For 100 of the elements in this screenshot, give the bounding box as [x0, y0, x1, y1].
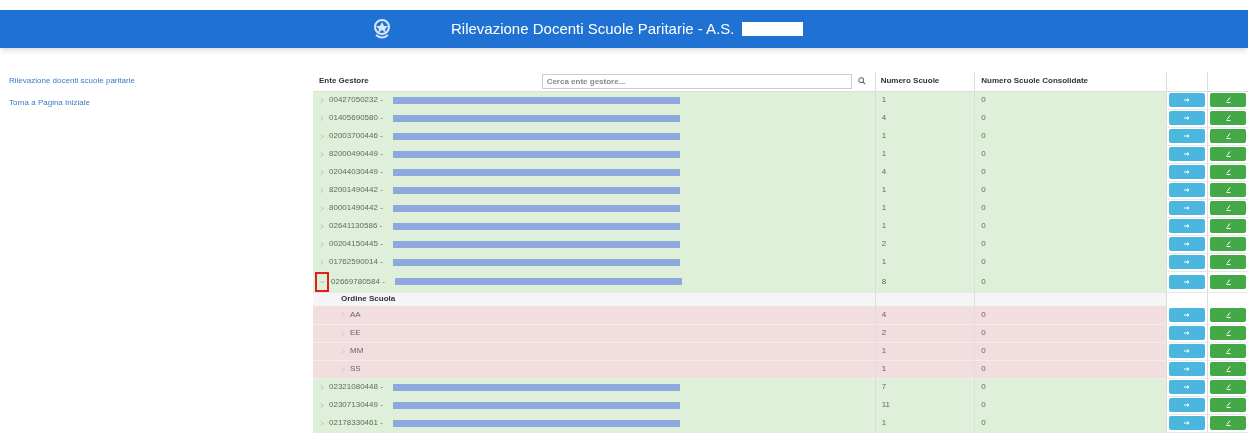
arrow-icon	[1184, 367, 1190, 371]
edit-button[interactable]	[1210, 344, 1246, 358]
table-cell: 0	[981, 167, 986, 176]
edit-button[interactable]	[1210, 237, 1246, 251]
view-button[interactable]	[1169, 380, 1205, 394]
arrow-icon	[1184, 98, 1190, 102]
pencil-icon	[1225, 169, 1231, 175]
edit-button[interactable]	[1210, 274, 1246, 289]
view-button[interactable]	[1169, 416, 1205, 430]
arrow-icon	[1184, 421, 1190, 425]
edit-button[interactable]	[1210, 380, 1246, 394]
ente-code: 00427050232 -	[329, 94, 384, 106]
table-cell: 7	[881, 382, 887, 391]
table-cell: 8	[881, 276, 887, 286]
edit-button[interactable]	[1210, 307, 1246, 322]
view-button[interactable]	[1169, 201, 1205, 215]
view-button[interactable]	[1169, 219, 1205, 233]
edit-button[interactable]	[1210, 255, 1246, 269]
table-cell: 1	[881, 418, 887, 427]
view-button[interactable]	[1169, 129, 1205, 143]
redaction-box	[742, 22, 804, 36]
ente-code: 02669780584 -	[331, 275, 386, 288]
ente-code: 01762590014 -	[329, 256, 384, 268]
table-cell: 0	[981, 257, 986, 266]
arrow-icon	[1184, 188, 1190, 192]
view-button[interactable]	[1169, 255, 1205, 269]
chevron-icon	[319, 279, 325, 284]
ente-code: 02003700446 -	[329, 130, 384, 142]
view-button[interactable]	[1169, 344, 1205, 358]
page-title: Rilevazione Docenti Scuole Paritarie - A.S.	[451, 18, 735, 39]
arrow-icon	[1184, 403, 1190, 407]
table-cell: 2	[881, 328, 887, 337]
table-cell: 0	[981, 382, 986, 391]
edit-button[interactable]	[1210, 416, 1246, 430]
school-order: MM	[350, 345, 364, 357]
edit-button[interactable]	[1210, 111, 1246, 125]
table-cell: 0	[981, 239, 986, 248]
table-cell: 11	[881, 400, 890, 409]
view-button[interactable]	[1169, 165, 1205, 179]
edit-button[interactable]	[1210, 93, 1246, 107]
table-cell: 0	[981, 418, 986, 427]
arrow-icon	[1184, 116, 1190, 120]
ente-code: 01405690580 -	[329, 112, 384, 124]
ente-code: 82001490442 -	[329, 184, 384, 196]
view-button[interactable]	[1169, 307, 1205, 322]
edit-button[interactable]	[1210, 326, 1246, 340]
table-cell: 1	[881, 95, 887, 104]
column-header: Numero Scuole Consolidate	[981, 76, 1088, 86]
edit-button[interactable]	[1210, 147, 1246, 161]
column-header: Ente Gestore	[319, 75, 369, 88]
column-header: Numero Scuole	[880, 76, 940, 86]
table-cell: 1	[881, 221, 887, 230]
table-cell: 0	[981, 346, 986, 355]
view-button[interactable]	[1169, 398, 1205, 412]
table-cell: 0	[981, 364, 986, 373]
table-cell: 1	[881, 149, 887, 158]
view-button[interactable]	[1169, 183, 1205, 197]
table-cell: 2	[881, 239, 887, 248]
sidebar-link[interactable]: Torna a Pagina Iniziale	[9, 97, 90, 109]
sidebar-link[interactable]: Rilevazione docenti scuole paritarie	[9, 75, 135, 87]
edit-button[interactable]	[1210, 165, 1246, 179]
table-cell: 1	[881, 131, 887, 140]
school-order: SS	[350, 363, 361, 375]
arrow-icon	[1184, 134, 1190, 138]
edit-button[interactable]	[1210, 398, 1246, 412]
arrow-icon	[1184, 224, 1190, 228]
expand-toggle[interactable]	[315, 271, 329, 292]
school-order: EE	[350, 327, 361, 339]
pencil-icon	[1225, 223, 1231, 229]
pencil-icon	[1225, 402, 1231, 408]
view-button[interactable]	[1169, 274, 1205, 289]
view-button[interactable]	[1169, 93, 1205, 107]
ente-code: 02641130586 -	[329, 220, 384, 232]
ente-code: 02321080448 -	[329, 381, 384, 393]
arrow-icon	[1184, 331, 1190, 335]
view-button[interactable]	[1169, 326, 1205, 340]
arrow-icon	[1184, 349, 1190, 353]
pencil-icon	[1225, 205, 1231, 211]
arrow-icon	[1184, 206, 1190, 210]
edit-button[interactable]	[1210, 219, 1246, 233]
arrow-icon	[1184, 152, 1190, 156]
search-field[interactable]: Cerca ente gestore...	[541, 73, 852, 89]
pencil-icon	[1225, 259, 1231, 265]
table-cell: 0	[981, 149, 986, 158]
table-cell: 0	[981, 185, 986, 194]
view-button[interactable]	[1169, 147, 1205, 161]
ente-code: 02044030449 -	[329, 166, 384, 178]
pencil-icon	[1225, 384, 1231, 390]
view-button[interactable]	[1169, 362, 1205, 376]
edit-button[interactable]	[1210, 183, 1246, 197]
search-icon[interactable]	[857, 77, 866, 86]
view-button[interactable]	[1169, 111, 1205, 125]
view-button[interactable]	[1169, 237, 1205, 251]
edit-button[interactable]	[1210, 362, 1246, 376]
edit-button[interactable]	[1210, 129, 1246, 143]
pencil-icon	[1225, 133, 1231, 139]
edit-button[interactable]	[1210, 201, 1246, 215]
table-cell: 4	[881, 167, 887, 176]
table-cell: 0	[981, 221, 986, 230]
pencil-icon	[1225, 420, 1231, 426]
